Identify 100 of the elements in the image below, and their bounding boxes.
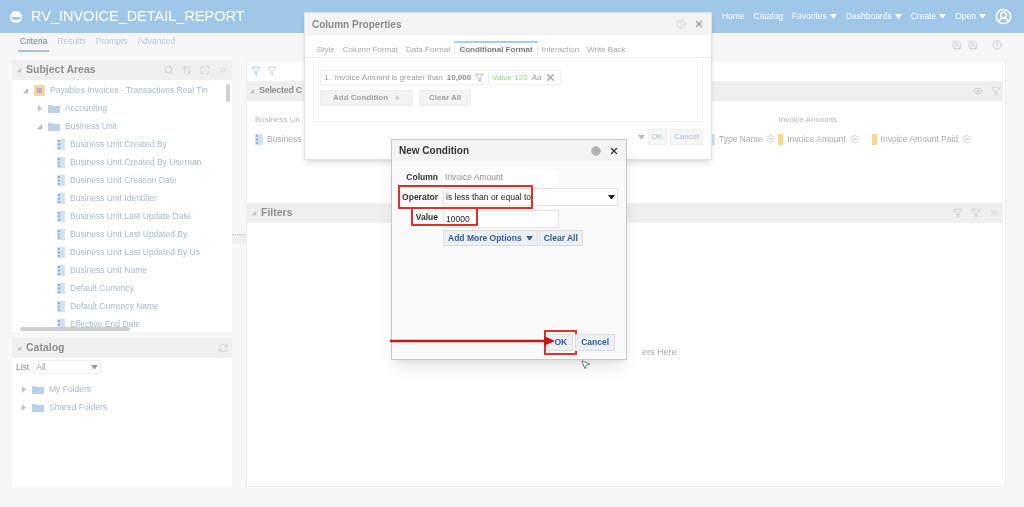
nav-link[interactable]: Dashboards bbox=[845, 10, 902, 23]
refresh-icon[interactable] bbox=[218, 343, 228, 353]
collapse-triangle-icon[interactable] bbox=[16, 67, 22, 73]
tree-item[interactable]: Business Unit Identifier bbox=[70, 191, 157, 205]
tree-item[interactable]: My Folders bbox=[49, 382, 92, 396]
delete-icon[interactable] bbox=[545, 72, 557, 83]
filter-icon[interactable] bbox=[475, 73, 485, 82]
remove-filter-icon[interactable] bbox=[971, 208, 981, 218]
dialog-button[interactable]: OK bbox=[548, 334, 574, 351]
dialog-title: Column Properties bbox=[312, 17, 402, 32]
caret-icon bbox=[939, 14, 947, 19]
collapse-triangle-icon[interactable] bbox=[22, 86, 29, 94]
logo-icon bbox=[10, 10, 22, 23]
dialog-button[interactable]: OK bbox=[647, 129, 668, 145]
panel-title: Filters bbox=[261, 205, 293, 221]
tab[interactable]: Column Format bbox=[338, 41, 402, 57]
user-avatar-icon[interactable] bbox=[995, 8, 1012, 25]
collapse-triangle-icon[interactable] bbox=[36, 122, 43, 130]
save-icon[interactable] bbox=[952, 40, 962, 50]
column-chip[interactable]: Invoice Amount bbox=[778, 132, 862, 146]
tree-item[interactable]: Effective End Date bbox=[70, 317, 141, 331]
add-more-options-button[interactable]: Add More Options bbox=[443, 230, 538, 246]
tab[interactable]: Write Back bbox=[583, 41, 630, 57]
caret-icon bbox=[637, 134, 645, 140]
tree-item[interactable]: Default Currency Name bbox=[70, 299, 159, 313]
tab[interactable]: Style bbox=[313, 41, 339, 57]
collapse-triangle-icon[interactable] bbox=[251, 210, 257, 216]
operator-select[interactable]: is less than or equal to bbox=[443, 188, 618, 206]
tree-item[interactable]: Shared Folders bbox=[49, 400, 108, 414]
add-condition-button[interactable]: Add Condition bbox=[320, 90, 414, 106]
nav-link[interactable]: Home bbox=[721, 10, 745, 23]
sort-icon[interactable] bbox=[182, 65, 192, 75]
column-value: Invoice Amount bbox=[443, 169, 559, 185]
report-title: RV_INVOICE_DETAIL_REPORT bbox=[31, 6, 245, 26]
list-select[interactable]: All bbox=[33, 360, 102, 374]
expand-triangle-icon[interactable] bbox=[36, 104, 43, 112]
clear-all-button[interactable]: Clear All bbox=[419, 90, 472, 106]
remove-filter-icon[interactable] bbox=[991, 86, 1001, 96]
dialog-button[interactable]: Cancel bbox=[575, 334, 615, 351]
tree-item[interactable]: Business Unit Last Updated By bbox=[70, 227, 188, 241]
column-icon bbox=[57, 282, 65, 294]
nav-link[interactable]: Catalog bbox=[753, 10, 783, 23]
collapse-triangle-icon[interactable] bbox=[16, 345, 22, 351]
tree-item[interactable]: Accounting bbox=[65, 101, 108, 115]
settings-icon[interactable] bbox=[962, 134, 973, 144]
expand-triangle-icon[interactable] bbox=[20, 403, 27, 411]
tree-item[interactable]: Business Unit Last Update Date bbox=[70, 209, 191, 223]
help-icon[interactable] bbox=[591, 145, 601, 156]
collapse-triangle-icon[interactable] bbox=[249, 88, 255, 94]
folder-icon bbox=[48, 121, 60, 131]
close-icon[interactable] bbox=[609, 145, 619, 156]
caret-icon bbox=[829, 14, 837, 19]
tab[interactable]: Prompts bbox=[93, 35, 130, 52]
caret-icon bbox=[525, 235, 533, 241]
nav-link[interactable]: Favorites bbox=[791, 10, 837, 23]
tree-item[interactable]: Business Unit Creation Date bbox=[70, 173, 177, 187]
save-as-icon[interactable] bbox=[968, 40, 978, 50]
settings-icon[interactable] bbox=[766, 134, 777, 144]
tree-item[interactable]: Business Unit Name bbox=[70, 263, 147, 277]
tree-item[interactable]: Business Unit Created By Usernan bbox=[70, 155, 202, 169]
search-icon[interactable] bbox=[164, 65, 174, 75]
nav-link[interactable]: Open bbox=[955, 10, 986, 23]
settings-icon[interactable] bbox=[849, 134, 860, 144]
filter-icon[interactable] bbox=[267, 66, 277, 76]
column-icon bbox=[57, 228, 65, 240]
help-icon[interactable] bbox=[992, 40, 1002, 50]
list-label: List bbox=[16, 360, 30, 374]
value-field[interactable]: 10000 bbox=[443, 210, 559, 228]
caret-icon bbox=[396, 95, 401, 101]
tab[interactable]: Advanced bbox=[135, 35, 178, 52]
tree-item[interactable]: Payables Invoices - Transactions Real Tin bbox=[50, 83, 208, 97]
column-label: Invoice Amount Paid bbox=[880, 132, 959, 146]
help-icon[interactable] bbox=[676, 19, 686, 29]
tab[interactable]: Data Format bbox=[401, 41, 455, 57]
tab[interactable]: Criteria bbox=[18, 35, 50, 52]
dialog-button[interactable]: Cancel bbox=[670, 129, 703, 145]
tab[interactable]: Conditional Format bbox=[454, 41, 538, 57]
filter-icon[interactable] bbox=[251, 66, 261, 76]
expand-all-icon[interactable] bbox=[200, 65, 210, 75]
column-icon bbox=[57, 210, 65, 222]
column-label: Business bbox=[267, 132, 302, 146]
clear-all-button[interactable]: Clear All bbox=[538, 230, 583, 246]
vertical-scrollbar[interactable] bbox=[226, 84, 230, 102]
expand-triangle-icon[interactable] bbox=[20, 385, 27, 393]
filter-icon[interactable] bbox=[953, 208, 963, 218]
condition-number: 1. bbox=[324, 71, 331, 84]
horizontal-scrollbar[interactable] bbox=[20, 327, 130, 331]
eye-icon[interactable] bbox=[973, 86, 983, 96]
condition-row[interactable]: 1. Invoice Amount is greater than 10,000 Value 123 Aa bbox=[320, 70, 562, 85]
column-icon bbox=[57, 246, 65, 258]
tree-item[interactable]: Default Currency bbox=[70, 281, 134, 295]
column-chip[interactable]: Invoice Amount Paid bbox=[871, 132, 975, 146]
tab[interactable]: Results bbox=[55, 35, 88, 52]
tree-item[interactable]: Business Unit Created By bbox=[70, 137, 167, 151]
panel-title: Selected C bbox=[259, 84, 303, 98]
tree-item[interactable]: Business Unit Last Updated By Us bbox=[70, 245, 200, 259]
tree-item[interactable]: Business Unit bbox=[65, 119, 117, 133]
tab[interactable]: Interaction bbox=[537, 41, 584, 57]
column-icon bbox=[255, 133, 263, 145]
nav-link[interactable]: Create bbox=[910, 10, 947, 23]
